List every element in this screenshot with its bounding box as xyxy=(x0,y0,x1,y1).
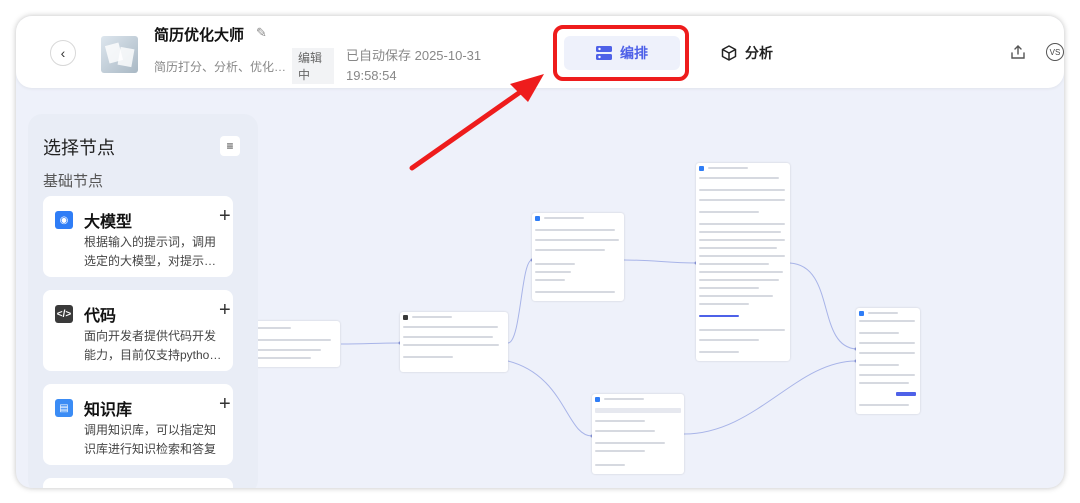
status-badge: 编辑 中 xyxy=(292,48,334,84)
status-badge-line1: 编辑 xyxy=(298,51,323,65)
share-icon[interactable] xyxy=(1010,44,1026,60)
node-card-llm[interactable]: ◉ 大模型 + 根据输入的提示词，调用选定的大模型，对提示… xyxy=(43,196,233,277)
chevron-left-icon: ‹ xyxy=(60,45,66,61)
node-description: 面向开发者提供代码开发能力，目前仅支持pytho… xyxy=(84,329,222,362)
autosave-status: 已自动保存 2025-10-31 19:58:54 xyxy=(346,46,506,86)
add-node-button[interactable]: + xyxy=(219,393,231,416)
node-name: 大模型 xyxy=(84,214,133,231)
node-description: 根据输入的提示词，调用选定的大模型，对提示… xyxy=(84,235,217,268)
add-node-button[interactable]: + xyxy=(219,205,231,228)
annotation-highlight-box xyxy=(553,25,689,81)
collapse-icon: ≡ xyxy=(226,139,234,153)
back-button[interactable]: ‹ xyxy=(50,40,76,66)
llm-icon: ◉ xyxy=(55,211,73,229)
status-badge-line2: 中 xyxy=(298,68,311,82)
tab-analyze[interactable]: 分析 xyxy=(721,36,773,70)
workflow-node-knowledge[interactable] xyxy=(532,213,624,301)
autosave-status-line1: 已自动保存 2025-10-31 xyxy=(346,48,482,63)
workflow-node-code[interactable] xyxy=(400,312,508,372)
add-node-button[interactable]: + xyxy=(219,299,231,322)
workflow-node-branch[interactable] xyxy=(592,394,684,474)
node-card-knowledge[interactable]: ▤ 知识库 + 调用知识库，可以指定知识库进行知识检索和答复 xyxy=(43,384,233,465)
compare-icon[interactable]: VS xyxy=(1046,43,1064,61)
node-selector-panel: 选择节点 ≡ 基础节点 ◉ 大模型 + 根据输入的提示词，调用选定的大模型，对提… xyxy=(28,114,258,488)
workflow-node-llm[interactable] xyxy=(696,163,790,361)
top-header: ‹ 简历优化大师 ✎ 简历打分、分析、优化… 编辑 中 已自动保存 2025-1… xyxy=(16,16,1064,88)
autosave-status-line2: 19:58:54 xyxy=(346,68,397,83)
workflow-node-end[interactable] xyxy=(856,308,920,414)
section-label: 基础节点 xyxy=(43,173,104,190)
app-window: ‹ 简历优化大师 ✎ 简历打分、分析、优化… 编辑 中 已自动保存 2025-1… xyxy=(16,16,1064,488)
cube-icon xyxy=(721,45,737,61)
node-card-code[interactable]: </> 代码 + 面向开发者提供代码开发能力，目前仅支持pytho… xyxy=(43,290,233,371)
node-name: 知识库 xyxy=(84,402,133,419)
collapse-panel-button[interactable]: ≡ xyxy=(220,136,240,156)
node-name: 代码 xyxy=(84,308,117,325)
code-icon: </> xyxy=(55,305,73,323)
panel-title: 选择节点 xyxy=(43,138,115,158)
node-description: 调用知识库，可以指定知识库进行知识检索和答复 xyxy=(84,423,217,456)
workflow-node-start[interactable] xyxy=(248,321,340,367)
pencil-icon[interactable]: ✎ xyxy=(256,25,267,41)
app-title: 简历优化大师 xyxy=(154,27,245,44)
app-thumbnail xyxy=(101,36,138,73)
tab-analyze-label: 分析 xyxy=(745,45,773,61)
node-card-partial[interactable] xyxy=(43,478,233,488)
app-subtitle: 简历打分、分析、优化… xyxy=(154,60,287,74)
knowledge-icon: ▤ xyxy=(55,399,73,417)
